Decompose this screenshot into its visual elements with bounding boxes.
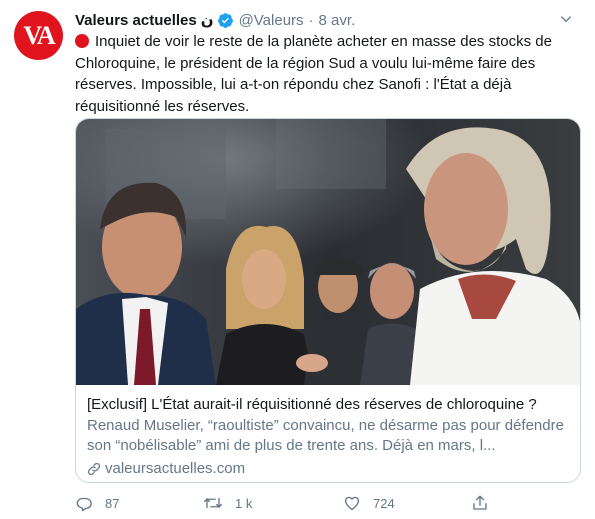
- link-icon: [87, 462, 101, 476]
- author-handle[interactable]: @Valeurs: [239, 12, 304, 29]
- tweet-text: Inquiet de voir le reste de la planète a…: [75, 33, 552, 115]
- share-icon: [473, 495, 487, 510]
- reply-icon: [76, 497, 92, 512]
- tweet-date[interactable]: 8 avr.: [319, 12, 356, 29]
- action-bar: 87 1 k 724: [75, 489, 505, 517]
- reply-count: 87: [105, 495, 120, 511]
- retweet-count: 1 k: [235, 495, 253, 511]
- verified-badge-icon: [217, 12, 234, 29]
- card-description: Renaud Muselier, “raoultiste” convaincu,…: [87, 417, 564, 454]
- retweet-icon: [204, 497, 222, 509]
- share-button[interactable]: [471, 494, 501, 512]
- card-title[interactable]: [Exclusif] L'État aurait-il réquisitionn…: [87, 395, 570, 415]
- card-domain[interactable]: valeursactuelles.com: [87, 459, 570, 479]
- chevron-down-icon[interactable]: [557, 10, 575, 28]
- like-button[interactable]: 724: [343, 494, 471, 512]
- red-circle-emoji-icon: [75, 34, 89, 48]
- avatar[interactable]: VA: [14, 11, 63, 60]
- card-body: [Exclusif] L'État aurait-il réquisitionn…: [87, 395, 570, 479]
- link-preview-card[interactable]: [Exclusif] L'État aurait-il réquisitionn…: [75, 118, 581, 483]
- tweet-text-block: Inquiet de voir le reste de la planète a…: [75, 31, 580, 117]
- like-count: 724: [373, 495, 395, 511]
- card-image: [76, 119, 580, 385]
- retweet-button[interactable]: 1 k: [203, 494, 343, 512]
- reply-button[interactable]: 87: [75, 494, 203, 512]
- tweet-header: Valeurs actuelles ن @Valeurs · 8 avr.: [75, 9, 575, 31]
- heart-icon: [344, 496, 360, 511]
- author-name[interactable]: Valeurs actuelles: [75, 12, 197, 29]
- separator-dot: ·: [308, 11, 314, 29]
- author-name-suffix: ن: [200, 12, 214, 29]
- card-domain-text: valeursactuelles.com: [105, 460, 246, 477]
